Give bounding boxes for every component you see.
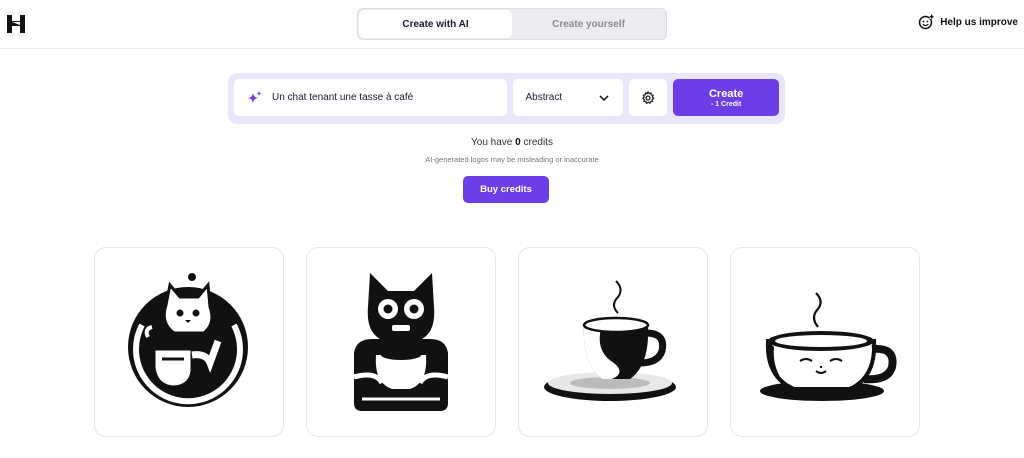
result-card-coffee-cup[interactable] xyxy=(518,247,708,437)
cat-circle-logo xyxy=(128,273,248,407)
coffee-cup-saucer-logo xyxy=(544,280,676,401)
tab-create-yourself[interactable]: Create yourself xyxy=(512,10,665,38)
top-bar: Create with AI Create yourself Help us i… xyxy=(0,0,1024,49)
credits-count: 0 xyxy=(515,137,521,148)
buy-credits-button[interactable]: Buy credits xyxy=(463,176,549,203)
create-button-label: Create xyxy=(708,87,744,100)
result-card-cat-holding-cup[interactable] xyxy=(306,247,496,437)
cat-face-cup-logo xyxy=(760,292,897,401)
help-us-improve-label: Help us improve xyxy=(940,16,1018,28)
cat-holding-cup-logo xyxy=(353,273,449,411)
prompt-field xyxy=(234,79,508,116)
result-card-cat-circle[interactable] xyxy=(94,247,284,437)
style-select-value: Abstract xyxy=(525,92,563,103)
credits-prefix: You have xyxy=(471,137,513,148)
credits-status: You have 0 credits xyxy=(0,137,1024,148)
chevron-down-icon xyxy=(599,94,609,101)
credits-suffix: credits xyxy=(523,137,553,148)
mode-toggle: Create with AI Create yourself xyxy=(357,8,667,40)
prompt-bar: Abstract Create - 1 Credit xyxy=(228,73,785,124)
settings-button[interactable] xyxy=(629,79,668,116)
sparkle-icon xyxy=(248,90,262,103)
ai-disclaimer: AI-generated logos may be misleading or … xyxy=(425,155,599,164)
result-card-cat-face-cup[interactable] xyxy=(730,247,920,437)
smiley-plus-icon xyxy=(918,14,935,30)
help-us-improve-link[interactable]: Help us improve xyxy=(918,14,1018,30)
create-button[interactable]: Create - 1 Credit xyxy=(673,79,779,116)
h-logo-icon[interactable] xyxy=(6,13,26,35)
gear-icon xyxy=(642,90,655,104)
tab-create-with-ai[interactable]: Create with AI xyxy=(359,10,512,38)
style-select[interactable]: Abstract xyxy=(513,79,624,116)
create-button-cost: - 1 Credit xyxy=(710,100,742,108)
prompt-input[interactable] xyxy=(272,92,492,103)
